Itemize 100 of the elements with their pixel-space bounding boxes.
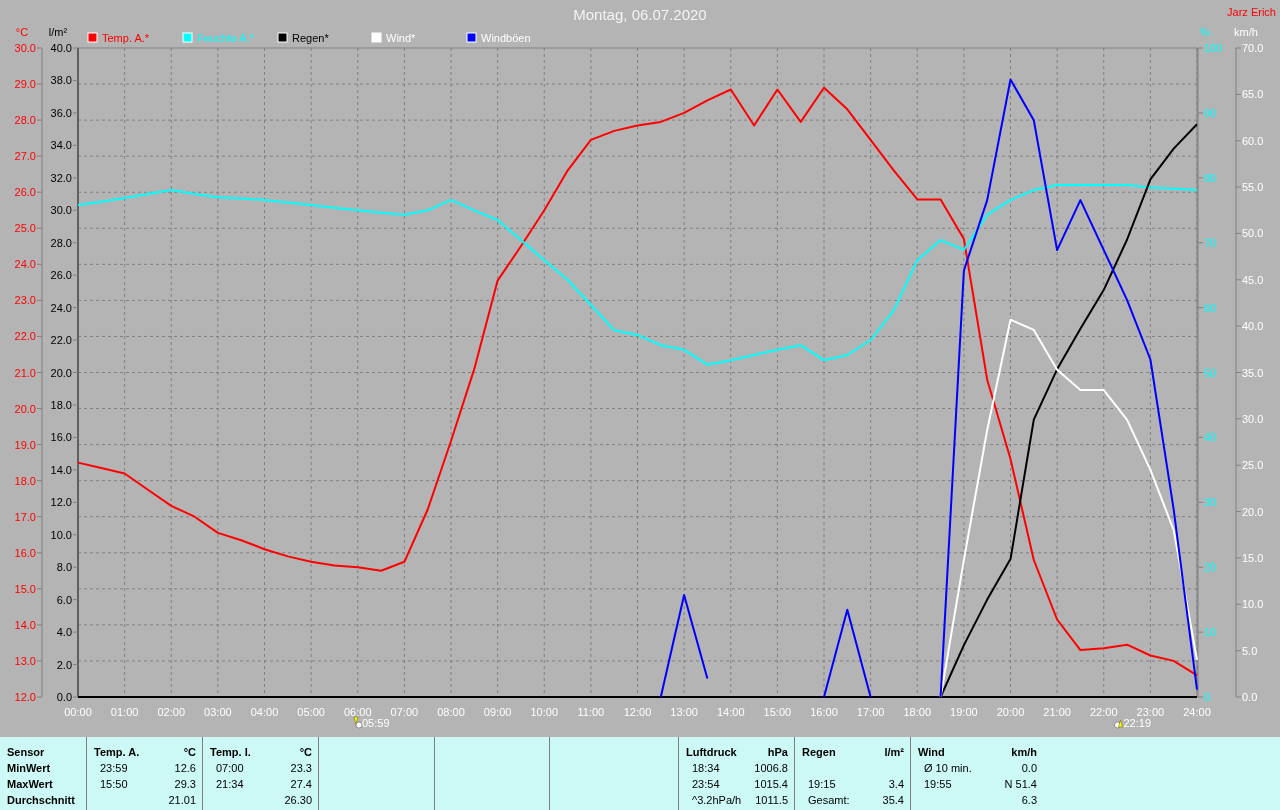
legend-swatch (182, 32, 193, 43)
axis-tick-label: 18.0 (14, 474, 36, 487)
axis-tick-label: 45.0 (1242, 273, 1264, 286)
unit-header: °C (298, 745, 312, 760)
axis-tick-label: 19:00 (950, 706, 978, 718)
axis-tick-label: 16.0 (50, 431, 72, 444)
axis-tick-label: 0.0 (1242, 691, 1258, 703)
table-cell-text: 1015.4 (753, 777, 788, 792)
legend-label: Wind* (386, 32, 416, 44)
legend-label: Windböen (481, 32, 531, 44)
table-cell-text: 3.4 (887, 777, 904, 792)
axis-tick-label: 40.0 (50, 42, 72, 54)
table-cell-text: 1006.8 (753, 761, 788, 776)
axis-tick-label: 10 (1204, 626, 1217, 639)
axis-tick-label: 25.0 (14, 222, 36, 235)
axis-tick-label: 22.0 (14, 330, 36, 343)
axis-tick-label: 6.0 (56, 593, 72, 606)
axis-tick-label: 80 (1204, 171, 1217, 184)
axis-tick-label: 18:00 (903, 706, 931, 718)
axis-tick-label: 23.0 (14, 294, 36, 307)
axis-tick-label: 06:00 (344, 706, 372, 718)
axis-unit-label: °C (15, 26, 29, 38)
table-cell-text: 23:54 (691, 777, 721, 792)
legend-label: Temp. A.* (102, 32, 150, 44)
axis-tick-label: 20 (1204, 561, 1217, 574)
axis-tick-label: 27.0 (14, 150, 36, 163)
legend-label: Regen* (292, 32, 329, 44)
row-label: MinWert (7, 761, 52, 776)
axis-tick-label: 00:00 (64, 706, 92, 718)
table-cell-text: N 51.4 (1003, 777, 1037, 792)
axis-tick-label: 17:00 (856, 706, 885, 718)
table-cell-text: 1011.5 (754, 793, 788, 808)
table-cell-text: 19:15 (807, 777, 837, 792)
axis-tick-label: 34.0 (50, 139, 72, 152)
axis-tick-label: 70.0 (1242, 42, 1264, 54)
table-cell-text: ^3.2hPa/h (691, 793, 743, 808)
axis-tick-label: 29.0 (14, 78, 36, 91)
axis-tick-label: 07:00 (390, 706, 419, 718)
table-cell-text: 23:59 (99, 761, 129, 776)
table-cell-text: 27.4 (289, 777, 312, 792)
table-cell-text: 23.3 (289, 761, 312, 776)
table-cell-text: 21:34 (215, 777, 245, 792)
axis-tick-label: 21.0 (14, 366, 36, 379)
axis-tick-label: 14.0 (14, 618, 36, 631)
table-cell-text: 21.01 (167, 793, 196, 808)
axis-tick-label: 26.0 (14, 186, 36, 199)
axis-tick-label: 30.0 (14, 42, 36, 54)
axis-tick-label: 28.0 (14, 114, 36, 127)
column-header: Temp. A. (94, 745, 141, 760)
axis-tick-label: 60.0 (1242, 134, 1264, 147)
table-cell-text: 19:55 (923, 777, 953, 792)
table-cell-text: 6.3 (1020, 793, 1037, 808)
axis-tick-label: 40 (1204, 431, 1217, 444)
axis-tick-label: 14:00 (717, 706, 745, 718)
table-cell-text: Gesamt: (807, 793, 851, 808)
column-header: Temp. I. (210, 745, 252, 760)
axis-tick-label: 100 (1204, 42, 1223, 54)
legend-swatch (87, 32, 98, 43)
axis-tick-label: 25.0 (1242, 459, 1264, 472)
axis-tick-label: 70 (1204, 236, 1217, 249)
axis-tick-label: 22.0 (50, 334, 72, 347)
table-cell-text: 0.0 (1020, 761, 1037, 776)
axis-tick-label: 55.0 (1242, 181, 1264, 194)
table-cell-text: 18:34 (691, 761, 721, 776)
axis-tick-label: 30 (1204, 496, 1217, 509)
axis-tick-label: 36.0 (50, 106, 72, 119)
axis-tick-label: 13.0 (14, 654, 36, 667)
axis-tick-label: 0.0 (56, 691, 72, 703)
axis-tick-label: 20:00 (996, 706, 1025, 718)
row-label: MaxWert (7, 777, 54, 792)
sunset-icon (1114, 719, 1123, 729)
axis-tick-label: 04:00 (250, 706, 279, 718)
axis-tick-label: 65.0 (1242, 88, 1264, 101)
axis-tick-label: 32.0 (50, 171, 72, 184)
axis-tick-label: 05:00 (297, 706, 325, 718)
axis-unit-label: l/m² (48, 26, 68, 38)
axis-unit-label: % (1200, 26, 1210, 38)
axis-tick-label: 2.0 (56, 658, 72, 671)
column-header: Regen (802, 745, 837, 760)
table-cell-text: 15:50 (99, 777, 129, 792)
axis-tick-label: 50.0 (1242, 227, 1264, 240)
unit-header: l/m² (883, 745, 904, 760)
axis-tick-label: 02:00 (157, 706, 185, 718)
axis-tick-label: 5.0 (1242, 644, 1258, 657)
axis-tick-label: 11:00 (577, 706, 605, 718)
axis-tick-label: 14.0 (50, 463, 72, 476)
author-name: Jarz Erich (1227, 6, 1276, 18)
axis-tick-label: 16:00 (810, 706, 838, 718)
axis-tick-label: 30.0 (50, 204, 72, 217)
legend-label: Feuchte A.* (197, 32, 254, 44)
sunset-time: 22:19 (1123, 717, 1152, 729)
axis-tick-label: 26.0 (50, 269, 72, 282)
axis-tick-label: 21:00 (1043, 706, 1071, 718)
axis-tick-label: 24.0 (50, 301, 72, 314)
axis-tick-label: 08:00 (437, 706, 465, 718)
column-header: Wind (918, 745, 946, 760)
axis-tick-label: 28.0 (50, 236, 72, 249)
legend-swatch (466, 32, 477, 43)
sunrise-time: 05:59 (361, 717, 390, 729)
axis-tick-label: 09:00 (483, 706, 512, 718)
